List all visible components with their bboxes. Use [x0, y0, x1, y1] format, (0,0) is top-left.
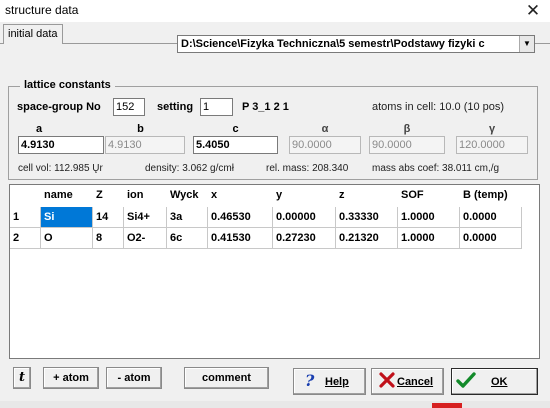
param-beta-input[interactable]: 90.0000 — [369, 136, 445, 154]
cell-volume: cell vol: 112.985 Ųr — [18, 163, 103, 174]
setting-label: setting — [157, 101, 194, 113]
cell-x[interactable]: 0.41530 — [208, 228, 273, 249]
cell-z-coord[interactable]: 0.21320 — [336, 228, 398, 249]
atoms-in-cell: atoms in cell: 10.0 (10 pos) — [372, 101, 505, 113]
atoms-table: name Z ion Wyck x y z SOF B (temp) 1 Si … — [9, 184, 540, 359]
table-row[interactable]: 1 Si 14 Si4+ 3a 0.46530 0.00000 0.33330 … — [10, 207, 539, 228]
file-path-value: D:\Science\Fizyka Techniczna\5 semestr\P… — [181, 38, 485, 50]
cell-y[interactable]: 0.00000 — [273, 207, 336, 228]
col-sof: SOF — [401, 189, 424, 201]
cell-sof[interactable]: 1.0000 — [398, 228, 460, 249]
param-alpha-input[interactable]: 90.0000 — [289, 136, 361, 154]
checkmark-icon — [456, 372, 476, 388]
chevron-down-icon[interactable]: ▼ — [519, 36, 534, 52]
param-head-c: c — [232, 123, 239, 135]
comment-button[interactable]: comment — [184, 367, 269, 389]
add-atom-button[interactable]: + atom — [43, 367, 99, 389]
param-gamma-input[interactable]: 120.0000 — [456, 136, 528, 154]
background-accent — [432, 403, 462, 408]
remove-atom-button[interactable]: - atom — [106, 367, 162, 389]
ok-label: OK — [491, 376, 508, 388]
param-c-input[interactable]: 5.4050 — [193, 136, 278, 154]
tool-button[interactable]: t — [13, 367, 31, 389]
col-x: x — [211, 189, 218, 201]
cancel-button[interactable]: Cancel — [371, 368, 444, 395]
table-row[interactable]: 2 O 8 O2- 6c 0.41530 0.27230 0.21320 1.0… — [10, 228, 539, 249]
mass-abs-coef: mass abs coef: 38.011 cm,/g — [372, 163, 500, 174]
setting-input[interactable]: 1 — [200, 98, 233, 116]
col-wyck: Wyck — [170, 189, 199, 201]
question-icon: ? — [305, 371, 315, 389]
cell-name[interactable]: Si — [41, 207, 93, 228]
param-head-alpha: α — [321, 123, 329, 135]
space-group-symbol: P 3_1 2 1 — [242, 101, 289, 113]
col-ion: ion — [127, 189, 144, 201]
cell-b-temp[interactable]: 0.0000 — [460, 207, 522, 228]
bottom-edge — [0, 401, 550, 408]
col-b-temp: B (temp) — [463, 189, 508, 201]
cell-z[interactable]: 8 — [93, 228, 124, 249]
cell-ion[interactable]: O2- — [124, 228, 167, 249]
cancel-label: Cancel — [397, 376, 434, 388]
title-bar: structure data ✕ — [0, 0, 550, 22]
param-head-b: b — [137, 123, 144, 135]
cell-ion[interactable]: Si4+ — [124, 207, 167, 228]
param-head-beta: β — [403, 123, 411, 135]
density: density: 3.062 g/cmł — [145, 163, 234, 174]
param-a-input[interactable]: 4.9130 — [18, 136, 104, 154]
col-y: y — [276, 189, 283, 201]
cell-y[interactable]: 0.27230 — [273, 228, 336, 249]
cell-z-coord[interactable]: 0.33330 — [336, 207, 398, 228]
table-header: name Z ion Wyck x y z SOF B (temp) — [10, 185, 539, 207]
row-number: 2 — [10, 228, 41, 249]
cell-x[interactable]: 0.46530 — [208, 207, 273, 228]
space-group-label: space-group No — [17, 101, 101, 113]
cell-wyck[interactable]: 3a — [167, 207, 208, 228]
col-z: Z — [96, 189, 103, 201]
ok-button[interactable]: OK — [451, 368, 538, 395]
space-group-input[interactable]: 152 — [113, 98, 145, 116]
cell-name[interactable]: O — [41, 228, 93, 249]
relative-mass: rel. mass: 208.340 — [266, 163, 349, 174]
close-icon[interactable]: ✕ — [520, 1, 546, 21]
lattice-constants-title: lattice constants — [20, 79, 115, 91]
cell-wyck[interactable]: 6c — [167, 228, 208, 249]
cell-z[interactable]: 14 — [93, 207, 124, 228]
param-head-gamma: γ — [488, 123, 496, 135]
tool-icon: t — [18, 370, 25, 385]
row-number: 1 — [10, 207, 41, 228]
tab-initial-data[interactable]: initial data — [3, 24, 63, 44]
col-name: name — [44, 189, 73, 201]
param-head-a: a — [35, 123, 43, 135]
param-b-input[interactable]: 4.9130 — [105, 136, 185, 154]
col-z-coord: z — [339, 189, 345, 201]
cell-sof[interactable]: 1.0000 — [398, 207, 460, 228]
file-path-select[interactable]: D:\Science\Fizyka Techniczna\5 semestr\P… — [177, 35, 535, 53]
help-label: Help — [325, 376, 349, 388]
cell-b-temp[interactable]: 0.0000 — [460, 228, 522, 249]
svg-text:?: ? — [305, 371, 315, 389]
help-button[interactable]: ? Help — [293, 368, 366, 395]
window-title: structure data — [5, 3, 79, 17]
cancel-x-icon — [379, 372, 395, 388]
